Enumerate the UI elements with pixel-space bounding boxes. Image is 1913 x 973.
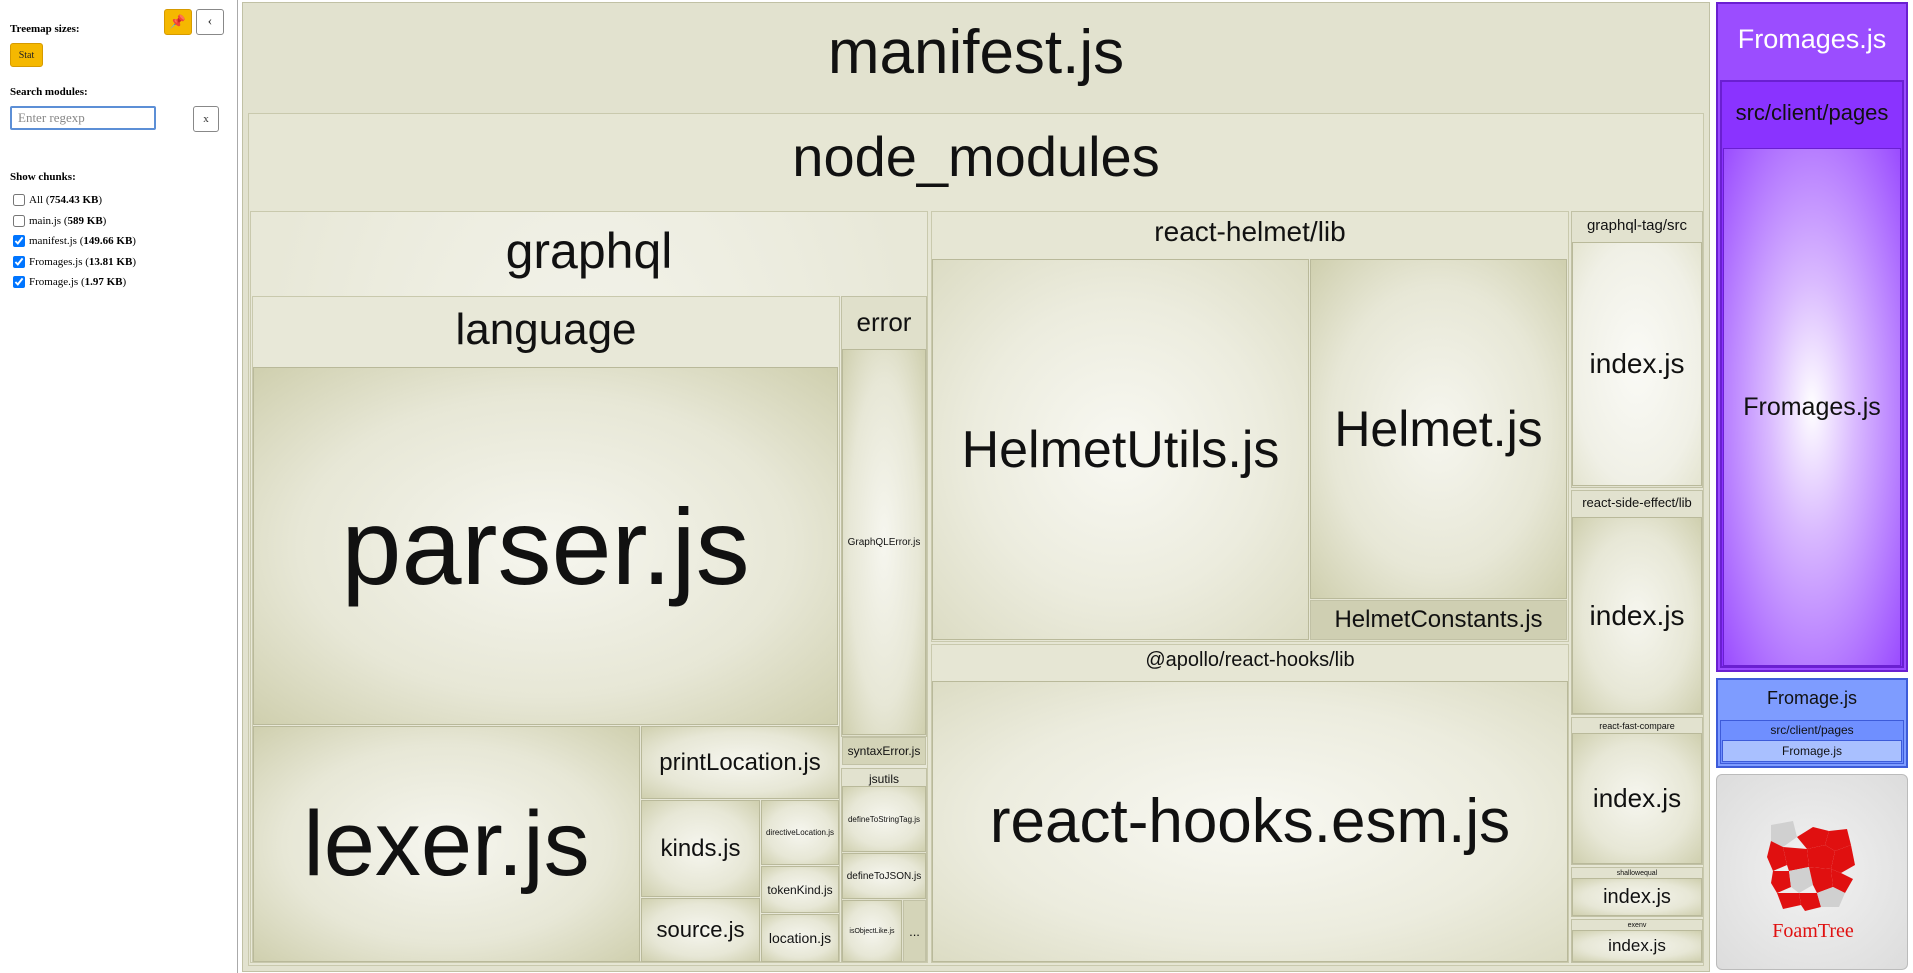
group-title: graphql-tag/src — [1586, 217, 1688, 234]
module-graphql-error[interactable]: GraphQLError.js — [842, 349, 926, 735]
group-title: exenv — [1627, 922, 1647, 929]
module-directive-location[interactable]: directiveLocation.js — [761, 800, 839, 865]
pin-icon: 📌 — [169, 14, 187, 29]
pin-button[interactable]: 📌 — [164, 9, 192, 35]
module-helmet-utils[interactable]: HelmetUtils.js — [932, 259, 1309, 640]
group-title: error — [856, 307, 912, 337]
chunk-all-checkbox[interactable] — [13, 194, 25, 206]
module-is-object-like[interactable]: isObjectLike.js — [842, 900, 902, 962]
search-clear-button[interactable]: x — [193, 106, 219, 132]
chunk-size: 754.43 KB — [49, 194, 99, 206]
chunk-manifest[interactable]: manifest.js (149.66 KB) — [13, 235, 136, 247]
chunk-manifest-checkbox[interactable] — [13, 235, 25, 247]
module-shallowequal-index[interactable]: index.js — [1572, 878, 1702, 916]
stat-button[interactable]: Stat — [10, 43, 43, 67]
group-title: react-fast-compare — [1599, 721, 1675, 731]
show-chunks-label: Show chunks: — [10, 171, 76, 183]
chunk-size: 13.81 KB — [88, 256, 133, 268]
treemap-sizes-label: Treemap sizes: — [10, 23, 80, 35]
chunk-name: All — [29, 194, 44, 206]
module-helmet[interactable]: Helmet.js — [1310, 259, 1567, 599]
search-input[interactable] — [10, 106, 156, 130]
chunk-title: Fromage.js — [1766, 688, 1858, 708]
module-source[interactable]: source.js — [641, 898, 760, 962]
chunk-fromages[interactable]: Fromages.js (13.81 KB) — [13, 256, 136, 268]
chunk-title: manifest.js — [827, 18, 1125, 87]
foamtree-logo: FoamTree — [1716, 774, 1908, 970]
group-title: @apollo/react-hooks/lib — [1145, 649, 1355, 671]
group-title: node_modules — [792, 125, 1160, 188]
chunk-name: manifest.js — [29, 235, 77, 247]
foamtree-text: FoamTree — [1772, 920, 1854, 942]
group-title: shallowequal — [1616, 870, 1658, 877]
module-lexer[interactable]: lexer.js — [253, 726, 640, 962]
module-define-to-json[interactable]: defineToJSON.js — [842, 853, 926, 899]
collapse-sidebar-button[interactable]: ‹ — [196, 9, 224, 35]
chunk-name: Fromages.js — [29, 256, 83, 268]
module-fromages[interactable]: Fromages.js — [1723, 148, 1901, 666]
chunk-size: 589 KB — [67, 215, 103, 227]
module-kinds[interactable]: kinds.js — [641, 800, 760, 897]
chevron-left-icon: ‹ — [207, 14, 213, 29]
chunk-main-checkbox[interactable] — [13, 215, 25, 227]
group-title: graphql — [505, 223, 673, 279]
module-define-to-string-tag[interactable]: defineToStringTag.js — [842, 786, 926, 852]
search-modules-label: Search modules: — [10, 86, 88, 98]
module-print-location[interactable]: printLocation.js — [641, 726, 839, 799]
group-title: src/client/pages — [1770, 723, 1854, 737]
sidebar: 📌 ‹ Treemap sizes: Stat Search modules: … — [0, 0, 238, 973]
group-title: jsutils — [868, 772, 899, 786]
chunk-name: Fromage.js — [29, 276, 79, 288]
chunk-main[interactable]: main.js (589 KB) — [13, 215, 106, 227]
chunk-title: Fromages.js — [1737, 24, 1887, 54]
module-react-hooks-esm[interactable]: react-hooks.esm.js — [932, 681, 1568, 962]
foamtree-logo-icon: FoamTree — [1767, 821, 1855, 942]
group-title: src/client/pages — [1735, 100, 1889, 125]
module-parser[interactable]: parser.js — [253, 367, 838, 725]
module-exenv-index[interactable]: index.js — [1572, 930, 1702, 962]
module-fromage[interactable]: Fromage.js — [1722, 740, 1902, 762]
module-helmet-constants[interactable]: HelmetConstants.js — [1310, 600, 1567, 640]
module-syntax-error[interactable]: syntaxError.js — [842, 737, 926, 765]
chunk-fromages-checkbox[interactable] — [13, 256, 25, 268]
module-location[interactable]: location.js — [761, 914, 839, 962]
module-react-fast-compare-index[interactable]: index.js — [1572, 733, 1702, 864]
module-graphql-tag-index[interactable]: index.js — [1572, 242, 1702, 486]
group-title: language — [455, 305, 637, 354]
chunk-fromage-checkbox[interactable] — [13, 276, 25, 288]
module-react-side-effect-index[interactable]: index.js — [1572, 517, 1702, 714]
chunk-size: 149.66 KB — [83, 235, 133, 247]
chunk-all[interactable]: All (754.43 KB) — [13, 194, 102, 206]
module-token-kind[interactable]: tokenKind.js — [761, 866, 839, 913]
chunk-fromage[interactable]: Fromage.js (1.97 KB) — [13, 276, 126, 288]
chunk-name: main.js — [29, 215, 62, 227]
module-more[interactable]: ... — [903, 900, 926, 962]
group-title: react-helmet/lib — [1154, 216, 1346, 247]
chunk-size: 1.97 KB — [84, 276, 123, 288]
group-title: react-side-effect/lib — [1582, 495, 1692, 510]
